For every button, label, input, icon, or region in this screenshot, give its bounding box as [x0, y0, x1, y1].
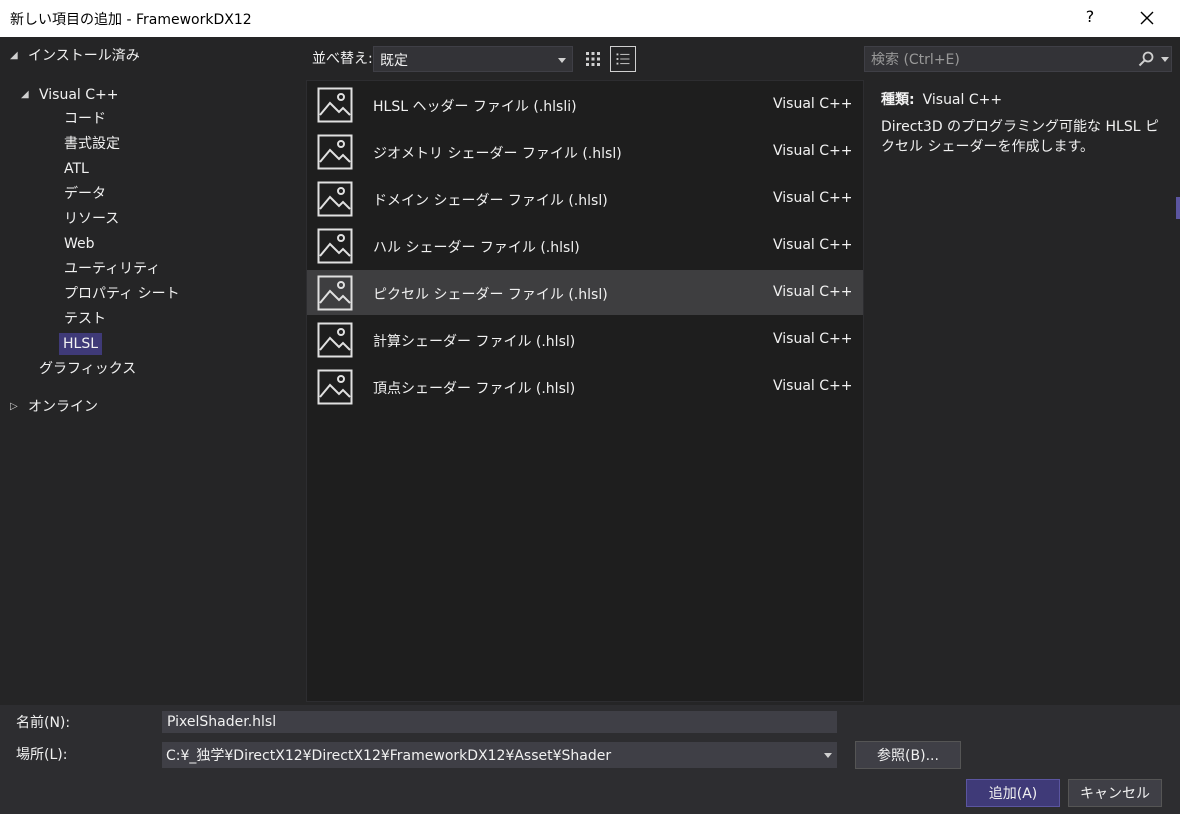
type-label: 種類: — [881, 92, 915, 108]
location-label: 場所(L): — [16, 747, 68, 763]
list-item[interactable]: 計算シェーダー ファイル (.hlsl) Visual C++ — [307, 317, 863, 362]
grid-view-icon[interactable] — [580, 46, 606, 72]
template-category: Visual C++ — [773, 190, 853, 206]
search-options-chevron-icon[interactable] — [1161, 57, 1169, 62]
list-item[interactable]: 頂点シェーダー ファイル (.hlsl) Visual C++ — [307, 364, 863, 409]
image-file-icon — [317, 181, 353, 217]
dialog-body: ◢ インストール済み ◢ Visual C++ コード 書式設定 ATL データ… — [0, 37, 1180, 814]
tree-item-formatting[interactable]: 書式設定 — [64, 133, 120, 155]
tree-item-resource[interactable]: リソース — [64, 208, 119, 230]
type-row: 種類: Visual C++ — [881, 89, 1002, 109]
image-file-icon — [317, 228, 353, 264]
template-list: HLSL ヘッダー ファイル (.hlsli) Visual C++ ジオメトリ… — [306, 80, 864, 702]
expanded-arrow-icon: ◢ — [21, 89, 29, 100]
template-name: HLSL ヘッダー ファイル (.hlsli) — [373, 99, 577, 115]
list-item[interactable]: ドメイン シェーダー ファイル (.hlsl) Visual C++ — [307, 176, 863, 221]
tree-node-label: Visual C++ — [39, 87, 119, 103]
type-value: Visual C++ — [922, 92, 1003, 108]
search-icon[interactable] — [1137, 50, 1155, 68]
location-field[interactable]: C:¥_独学¥DirectX12¥DirectX12¥FrameworkDX12… — [162, 742, 837, 768]
search-box — [864, 46, 1172, 73]
list-item[interactable]: HLSL ヘッダー ファイル (.hlsli) Visual C++ — [307, 82, 863, 127]
template-category: Visual C++ — [773, 284, 853, 300]
template-name: ハル シェーダー ファイル (.hlsl) — [373, 240, 580, 256]
template-name: ピクセル シェーダー ファイル (.hlsl) — [373, 287, 608, 303]
search-input[interactable] — [865, 47, 1133, 73]
template-category: Visual C++ — [773, 143, 853, 159]
template-name: 頂点シェーダー ファイル (.hlsl) — [373, 381, 576, 397]
name-label: 名前(N): — [16, 715, 71, 731]
list-view-icon[interactable] — [610, 46, 636, 72]
tree-item-hlsl[interactable]: HLSL — [59, 333, 103, 355]
tree-node-label: インストール済み — [28, 48, 140, 64]
sort-dropdown[interactable]: 既定 — [373, 46, 573, 72]
name-field[interactable] — [162, 711, 837, 733]
template-category: Visual C++ — [773, 378, 853, 394]
template-category: Visual C++ — [773, 96, 853, 112]
tree-item-graphics[interactable]: グラフィックス — [39, 358, 136, 380]
list-item[interactable]: ハル シェーダー ファイル (.hlsl) Visual C++ — [307, 223, 863, 268]
template-name: ドメイン シェーダー ファイル (.hlsl) — [373, 193, 608, 209]
scroll-accent — [1176, 197, 1180, 219]
tree-node-label: オンライン — [28, 399, 98, 415]
template-description: Direct3D のプログラミング可能な HLSL ピクセル シェーダーを作成し… — [881, 119, 1159, 155]
tree-item-utility[interactable]: ユーティリティ — [64, 258, 160, 280]
category-tree: ◢ インストール済み ◢ Visual C++ コード 書式設定 ATL データ… — [0, 37, 306, 705]
location-value: C:¥_独学¥DirectX12¥DirectX12¥FrameworkDX12… — [166, 748, 612, 764]
image-file-icon — [317, 134, 353, 170]
image-file-icon — [317, 275, 353, 311]
tree-item-code[interactable]: コード — [64, 108, 106, 130]
template-name: ジオメトリ シェーダー ファイル (.hlsl) — [373, 146, 622, 162]
image-file-icon — [317, 369, 353, 405]
close-icon[interactable] — [1134, 5, 1160, 31]
list-item[interactable]: ジオメトリ シェーダー ファイル (.hlsl) Visual C++ — [307, 129, 863, 174]
template-category: Visual C++ — [773, 331, 853, 347]
window-title: 新しい項目の追加 - FrameworkDX12 — [10, 12, 252, 28]
chevron-down-icon — [558, 58, 566, 63]
tree-item-data[interactable]: データ — [64, 183, 106, 205]
template-category: Visual C++ — [773, 237, 853, 253]
tree-item-web[interactable]: Web — [64, 233, 95, 255]
expanded-arrow-icon: ◢ — [10, 50, 18, 61]
tree-item-test[interactable]: テスト — [64, 308, 106, 330]
chevron-down-icon[interactable] — [824, 753, 832, 758]
image-file-icon — [317, 322, 353, 358]
tree-item-atl[interactable]: ATL — [64, 158, 89, 180]
form-panel: 名前(N): 場所(L): C:¥_独学¥DirectX12¥DirectX12… — [0, 705, 1180, 814]
image-file-icon — [317, 87, 353, 123]
add-button[interactable]: 追加(A) — [966, 779, 1060, 807]
title-bar: 新しい項目の追加 - FrameworkDX12 ? — [0, 0, 1180, 37]
collapsed-arrow-icon: ▷ — [10, 401, 18, 412]
browse-button[interactable]: 参照(B)... — [855, 741, 961, 769]
help-button[interactable]: ? — [1082, 7, 1098, 26]
tree-item-property-sheet[interactable]: プロパティ シート — [64, 283, 180, 305]
cancel-button[interactable]: キャンセル — [1068, 779, 1162, 807]
template-name: 計算シェーダー ファイル (.hlsl) — [373, 334, 576, 350]
sort-label: 並べ替え: — [312, 51, 373, 67]
sort-value: 既定 — [380, 53, 408, 69]
list-item-selected[interactable]: ピクセル シェーダー ファイル (.hlsl) Visual C++ — [307, 270, 863, 315]
